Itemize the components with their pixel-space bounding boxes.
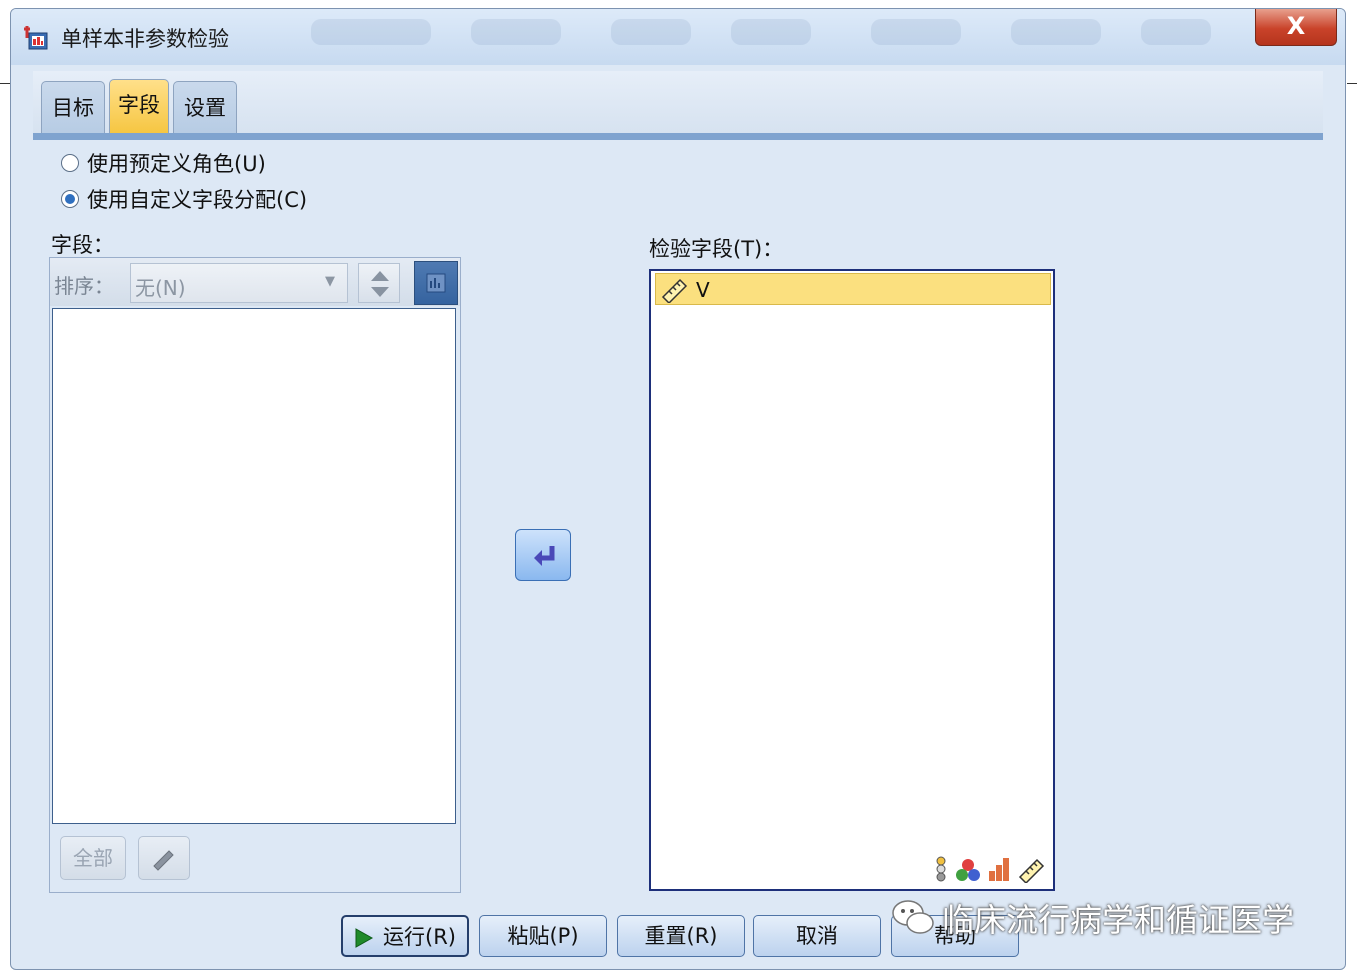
app-icon xyxy=(24,26,48,50)
test-fields-list[interactable]: V xyxy=(649,269,1055,891)
sort-label: 排序： xyxy=(54,274,114,298)
title-bar-blur xyxy=(871,19,961,45)
watermark: 临床流行病学和循证医学 xyxy=(890,890,1294,946)
sort-dropdown[interactable]: 无(N) ▼ xyxy=(130,263,348,303)
run-button[interactable]: 运行(R) xyxy=(341,915,469,957)
sort-toolbar: 排序： 无(N) ▼ xyxy=(50,258,460,306)
edge-tick xyxy=(1347,83,1357,84)
tab-settings[interactable]: 设置 xyxy=(173,81,237,133)
title-bar-blur xyxy=(311,19,431,45)
watermark-text: 临床流行病学和循证医学 xyxy=(942,901,1295,939)
measurement-filter-button[interactable] xyxy=(414,261,458,305)
tab-fields[interactable]: 字段 xyxy=(109,79,169,133)
title-bar[interactable]: 单样本非参数检验 X xyxy=(11,9,1345,65)
radio-predefined-roles[interactable]: 使用预定义角色(U) xyxy=(61,149,266,177)
scale-ruler-icon xyxy=(1018,858,1045,883)
title-bar-blur xyxy=(731,19,811,45)
paste-button[interactable]: 粘贴(P) xyxy=(479,915,607,957)
ruler-icon xyxy=(153,850,174,871)
sort-updown-icon xyxy=(371,271,389,297)
dialog-body: 目标 字段 设置 使用预定义角色(U) 使用自定义字段分配(C) 字段： 排序：… xyxy=(19,65,1335,963)
fields-panel: 排序： 无(N) ▼ 全部 xyxy=(49,257,461,893)
play-icon xyxy=(355,928,374,948)
radio-label: 使用自定义字段分配(C) xyxy=(87,188,308,212)
close-button[interactable]: X xyxy=(1255,9,1337,46)
title-bar-blur xyxy=(611,19,691,45)
radio-button-checked[interactable] xyxy=(61,190,79,208)
measurement-legend xyxy=(933,853,1047,883)
available-fields-list[interactable] xyxy=(52,308,456,824)
test-fields-heading: 检验字段(T)： xyxy=(649,237,784,261)
reset-button[interactable]: 重置(R) xyxy=(617,915,745,957)
all-button[interactable]: 全部 xyxy=(60,836,126,880)
nominal-icon xyxy=(936,856,946,882)
measure-filter-icon xyxy=(426,273,446,293)
cancel-button[interactable]: 取消 xyxy=(753,915,881,957)
fields-heading: 字段： xyxy=(51,233,114,257)
ordinal-icon xyxy=(956,859,980,881)
radio-label: 使用预定义角色(U) xyxy=(87,152,266,176)
radio-custom-assignment[interactable]: 使用自定义字段分配(C) xyxy=(61,185,307,213)
title-bar-blur xyxy=(1011,19,1101,45)
arrow-back-icon xyxy=(534,546,555,566)
bar-chart-icon xyxy=(989,858,1009,881)
tab-strip: 目标 字段 设置 xyxy=(33,71,1323,135)
radio-button[interactable] xyxy=(61,154,79,172)
sort-dropdown-value: 无(N) xyxy=(135,276,186,300)
tab-objective[interactable]: 目标 xyxy=(41,81,105,133)
sort-direction-button[interactable] xyxy=(358,263,400,303)
title-bar-blur xyxy=(471,19,561,45)
move-field-button[interactable] xyxy=(515,529,571,581)
edge-tick xyxy=(0,83,10,84)
chevron-down-icon: ▼ xyxy=(325,274,335,289)
title-bar-blur xyxy=(1141,19,1211,45)
run-label: 运行(R) xyxy=(383,925,456,949)
field-name: V xyxy=(696,278,710,302)
scale-ruler-icon xyxy=(661,278,688,303)
tab-underline xyxy=(33,133,1323,140)
list-item[interactable]: V xyxy=(655,273,1051,305)
scale-filter-button[interactable] xyxy=(138,836,190,880)
dialog-window: 单样本非参数检验 X 目标 字段 设置 使用预定义角色(U) 使用自定义字段分配… xyxy=(10,8,1346,970)
wechat-icon xyxy=(892,900,934,934)
window-title: 单样本非参数检验 xyxy=(61,27,229,51)
